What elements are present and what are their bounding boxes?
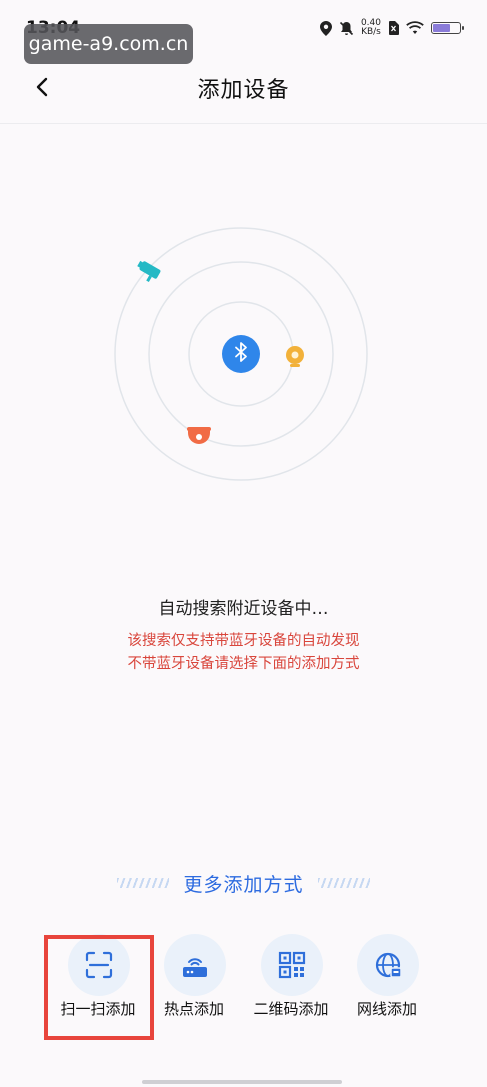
radar-scan bbox=[114, 227, 368, 481]
searching-status: 自动搜索附近设备中… bbox=[158, 599, 329, 619]
header-divider bbox=[0, 123, 487, 124]
bluetooth-icon bbox=[222, 335, 260, 373]
dome-camera-device-icon bbox=[187, 427, 211, 444]
notice-line-2: 不带蓝牙设备请选择下面的添加方式 bbox=[127, 656, 360, 672]
wifi-icon bbox=[406, 21, 424, 34]
ethernet-icon-circle bbox=[357, 934, 419, 996]
decorative-stripes-left bbox=[117, 878, 170, 888]
qrcode-add-label: 二维码添加 bbox=[253, 1000, 329, 1018]
battery-icon bbox=[431, 22, 464, 34]
page-title: 添加设备 bbox=[197, 78, 290, 103]
router-icon bbox=[183, 958, 207, 977]
ethernet-globe-icon bbox=[375, 952, 402, 978]
status-icons: 0.40 KB/s bbox=[319, 18, 464, 38]
qrcode-icon-circle bbox=[261, 934, 323, 996]
location-icon bbox=[319, 20, 332, 36]
home-indicator[interactable] bbox=[142, 1080, 342, 1084]
net-speed-unit: KB/s bbox=[361, 27, 381, 37]
mute-icon bbox=[339, 21, 354, 35]
header: 添加设备 bbox=[0, 58, 487, 122]
qrcode-add-button[interactable]: 二维码添加 bbox=[243, 930, 339, 1025]
hotspot-add-button[interactable]: 热点添加 bbox=[146, 930, 242, 1025]
ethernet-add-label: 网线添加 bbox=[356, 1000, 417, 1018]
webcam-device-icon bbox=[286, 346, 304, 367]
highlight-annotation-box bbox=[44, 935, 154, 1040]
more-methods-title: 更多添加方式 bbox=[183, 873, 304, 896]
bluetooth-notice: 该搜索仅支持带蓝牙设备的自动发现 不带蓝牙设备请选择下面的添加方式 bbox=[0, 630, 487, 676]
router-icon-circle bbox=[164, 934, 226, 996]
notice-line-1: 该搜索仅支持带蓝牙设备的自动发现 bbox=[127, 633, 360, 649]
qrcode-icon bbox=[278, 951, 306, 979]
hotspot-add-label: 热点添加 bbox=[163, 1000, 224, 1018]
decorative-stripes-right bbox=[317, 878, 370, 888]
more-methods-header: 更多添加方式 bbox=[0, 868, 487, 898]
ethernet-add-button[interactable]: 网线添加 bbox=[339, 930, 435, 1025]
camera-device-icon bbox=[137, 260, 161, 283]
sim-icon bbox=[389, 21, 399, 35]
net-speed: 0.40 KB/s bbox=[361, 19, 381, 37]
